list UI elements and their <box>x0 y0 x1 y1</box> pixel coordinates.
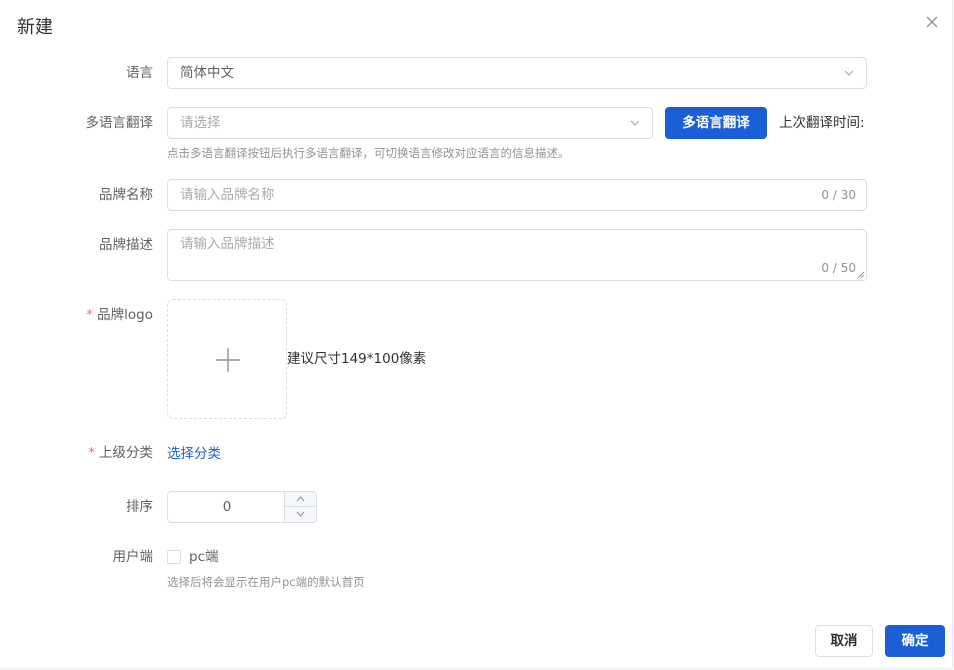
sort-value[interactable]: 0 <box>168 492 286 522</box>
brand-desc-textarea[interactable]: 请输入品牌描述 0 / 50 <box>167 229 867 281</box>
translate-select-placeholder: 请选择 <box>180 115 221 131</box>
brand-logo-label-text: 品牌logo <box>97 307 153 323</box>
plus-icon <box>216 348 240 372</box>
logo-size-hint: 建议尺寸149*100像素 <box>287 351 427 367</box>
language-label: 语言 <box>126 65 153 81</box>
brand-name-count: 0 / 30 <box>821 188 856 202</box>
sort-stepper[interactable]: 0 <box>167 491 317 523</box>
chevron-up-icon <box>296 496 305 502</box>
pc-checkbox-label[interactable]: pc端 <box>189 547 219 567</box>
chevron-down-icon <box>630 120 640 126</box>
resize-handle-icon[interactable] <box>857 271 865 279</box>
confirm-button[interactable]: 确定 <box>885 625 945 657</box>
pc-checkbox[interactable] <box>167 550 181 564</box>
chevron-down-icon <box>296 511 305 517</box>
brand-logo-label: * 品牌logo <box>86 305 153 325</box>
required-mark: * <box>86 307 94 323</box>
translate-label: 多语言翻译 <box>85 115 154 131</box>
new-brand-dialog: 新建 语言 简体中文 多语言翻译 请选择 多语言翻译 上次翻译时间: 点击多语言… <box>0 0 953 669</box>
chevron-down-icon <box>844 70 854 76</box>
brand-name-label: 品牌名称 <box>99 187 153 203</box>
brand-desc-count: 0 / 50 <box>821 261 856 275</box>
cancel-button[interactable]: 取消 <box>815 625 873 657</box>
close-icon[interactable] <box>922 12 942 32</box>
brand-name-input[interactable]: 请输入品牌名称 0 / 30 <box>167 179 867 211</box>
sort-label: 排序 <box>126 499 153 515</box>
required-mark: * <box>88 445 95 461</box>
logo-upload[interactable] <box>167 299 287 419</box>
last-translate-time-label: 上次翻译时间: <box>779 115 865 131</box>
select-category-link[interactable]: 选择分类 <box>167 444 221 464</box>
decrease-button[interactable] <box>284 507 316 522</box>
translate-select[interactable]: 请选择 <box>167 107 653 139</box>
language-select[interactable]: 简体中文 <box>167 57 867 89</box>
parent-category-label-text: 上级分类 <box>99 445 153 461</box>
brand-desc-placeholder: 请输入品牌描述 <box>180 236 275 252</box>
brand-desc-label: 品牌描述 <box>99 237 153 253</box>
translate-button[interactable]: 多语言翻译 <box>665 107 767 139</box>
dialog-title: 新建 <box>17 17 53 38</box>
increase-button[interactable] <box>284 492 316 507</box>
client-label: 用户端 <box>112 549 154 565</box>
brand-name-placeholder: 请输入品牌名称 <box>180 187 275 203</box>
translate-hint: 点击多语言翻译按钮后执行多语言翻译，可切换语言修改对应语言的信息描述。 <box>167 146 570 160</box>
client-hint: 选择后将会显示在用户pc端的默认首页 <box>167 575 365 589</box>
parent-category-label: * 上级分类 <box>88 443 153 463</box>
language-select-value: 简体中文 <box>180 65 234 81</box>
